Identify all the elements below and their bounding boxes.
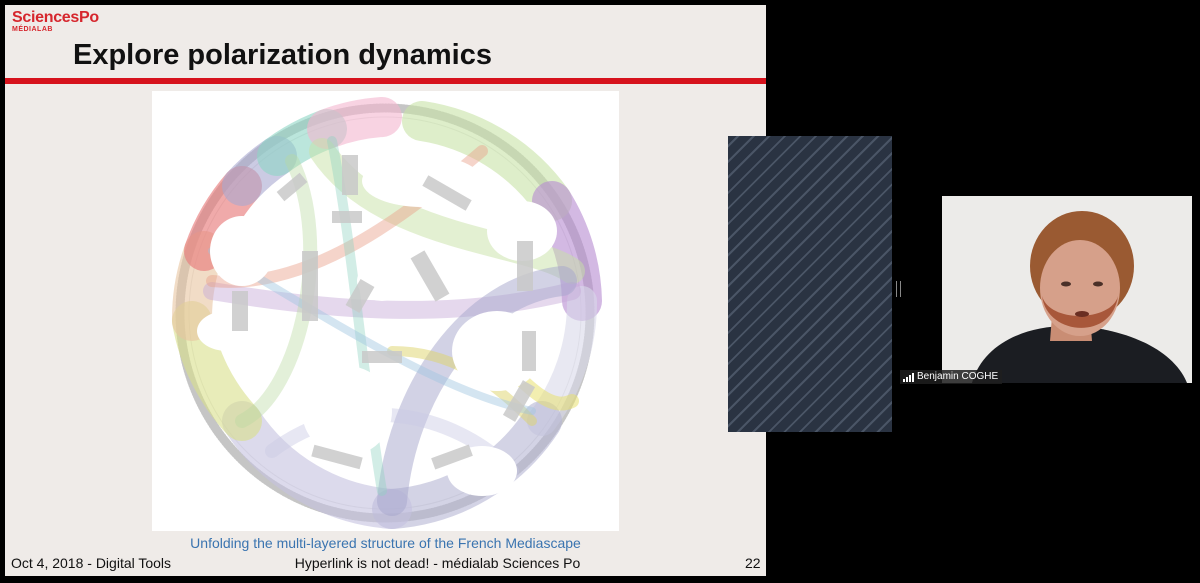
webcam-feed — [942, 196, 1192, 383]
slide-title: Explore polarization dynamics — [73, 39, 492, 71]
mediascape-network-figure — [152, 91, 619, 531]
participant-name-label: Benjamin COGHE — [900, 370, 1003, 384]
signal-bars-icon — [903, 372, 914, 382]
circular-network-graph — [172, 97, 602, 529]
panel-resize-handle[interactable] — [896, 281, 901, 297]
title-divider — [5, 78, 766, 84]
presentation-slide: SciencesPo MÉDIALAB Explore polarization… — [5, 5, 766, 576]
sciencespo-logo: SciencesPo — [12, 9, 99, 26]
participant-video[interactable] — [942, 196, 1192, 383]
slide-number: 22 — [745, 555, 761, 571]
participant-name: Benjamin COGHE — [917, 371, 999, 382]
figure-caption: Unfolding the multi-layered structure of… — [190, 535, 581, 551]
medialab-logo-subtitle: MÉDIALAB — [12, 26, 53, 33]
footer-talk-title: Hyperlink is not dead! - médialab Scienc… — [294, 555, 581, 571]
participant-placeholder-tile[interactable] — [728, 136, 892, 432]
